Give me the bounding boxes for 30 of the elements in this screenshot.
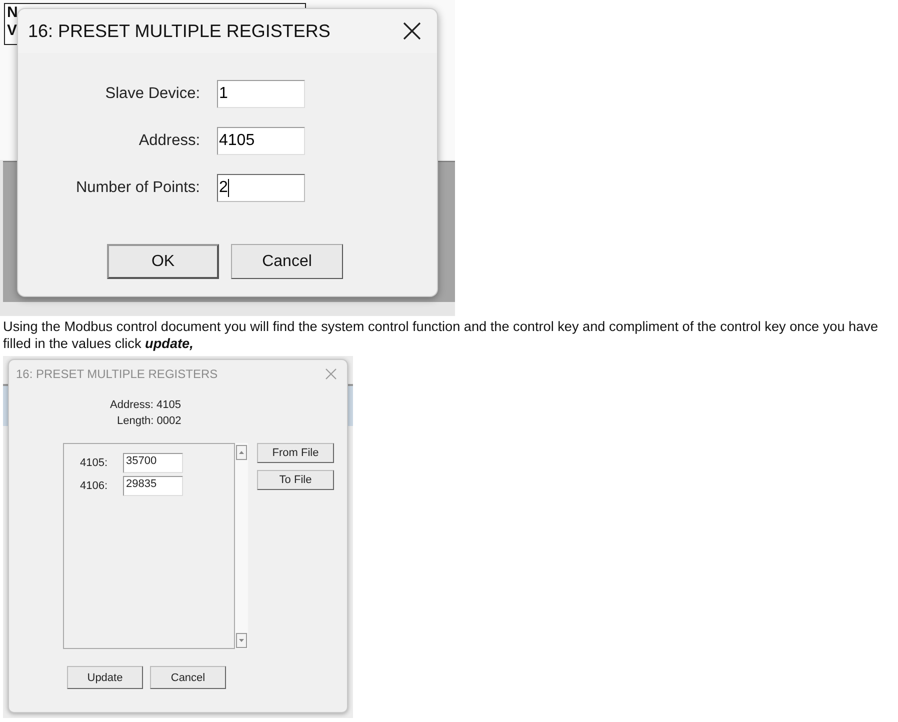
- input-field[interactable]: 2: [217, 174, 305, 202]
- dialog-button[interactable]: To File: [257, 470, 334, 490]
- dialog-button[interactable]: OK: [107, 244, 219, 279]
- dialog-button[interactable]: Cancel: [231, 244, 343, 279]
- window-text: V: [7, 22, 18, 40]
- address-text: Address: 4105: [110, 399, 182, 411]
- input-field[interactable]: 29835: [123, 476, 183, 496]
- field-label: Address:: [138, 132, 200, 150]
- input-field[interactable]: 1: [217, 80, 305, 108]
- length-text: Length: 0002: [117, 415, 182, 427]
- scroll-bar[interactable]: [235, 443, 248, 649]
- input-field[interactable]: 35700: [123, 453, 183, 473]
- window-title: 16: PRESET MULTIPLE REGISTERS: [16, 366, 218, 380]
- register-label: 4105:: [80, 457, 109, 469]
- field-value: 2: [219, 179, 228, 197]
- dialog-button[interactable]: Cancel: [150, 666, 226, 689]
- field-value: 1: [219, 85, 228, 103]
- close-icon[interactable]: [403, 22, 421, 40]
- field-label: Slave Device:: [104, 85, 200, 103]
- register-label: 4106:: [80, 480, 109, 492]
- scroll-down-icon[interactable]: [236, 633, 247, 648]
- dialog-button[interactable]: Update: [67, 666, 143, 689]
- window-title: 16: PRESET MULTIPLE REGISTERS: [28, 20, 330, 42]
- instruction-paragraph: Using the Modbus control document you will find the system control function and the control key and compliment of the control key once you have filled in the values click update,: [3, 318, 880, 352]
- dialog-button[interactable]: From File: [257, 443, 334, 463]
- scroll-up-icon[interactable]: [236, 445, 247, 460]
- input-field[interactable]: 4105: [217, 127, 305, 155]
- window-text: N: [7, 4, 18, 22]
- field-label: Number of Points:: [74, 179, 200, 197]
- field-value: 4105: [219, 132, 255, 150]
